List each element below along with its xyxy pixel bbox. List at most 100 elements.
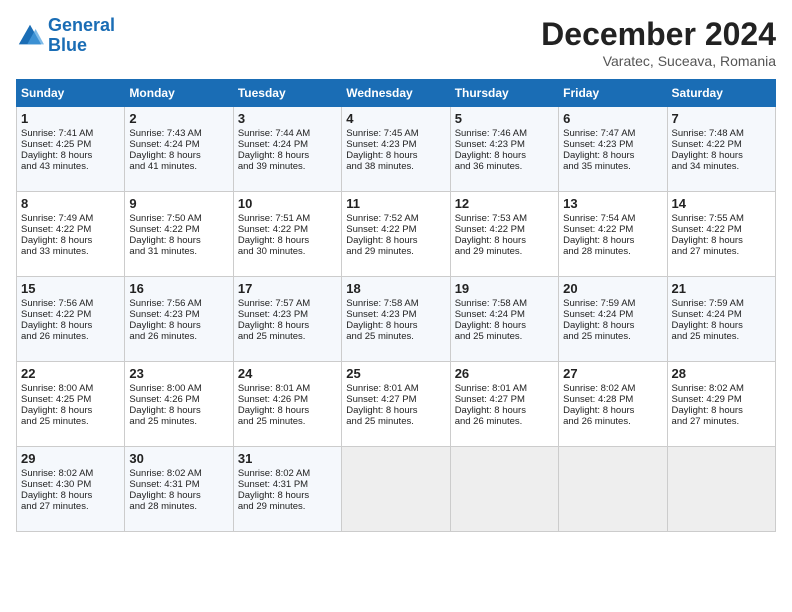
cell-info-line: and 27 minutes. — [21, 501, 120, 512]
cell-info-line: and 26 minutes. — [563, 416, 662, 427]
cell-info-line: Sunrise: 8:01 AM — [346, 383, 445, 394]
cell-info-line: Daylight: 8 hours — [563, 235, 662, 246]
cell-info-line: and 28 minutes. — [563, 246, 662, 257]
calendar-cell: 18Sunrise: 7:58 AMSunset: 4:23 PMDayligh… — [342, 277, 450, 362]
cell-info-line: and 25 minutes. — [672, 331, 771, 342]
day-number: 23 — [129, 366, 228, 381]
cell-info-line: Sunrise: 8:02 AM — [563, 383, 662, 394]
cell-info-line: Sunrise: 8:01 AM — [238, 383, 337, 394]
cell-info-line: Sunrise: 8:00 AM — [129, 383, 228, 394]
cell-info-line: Sunset: 4:23 PM — [346, 309, 445, 320]
calendar-cell: 1Sunrise: 7:41 AMSunset: 4:25 PMDaylight… — [17, 107, 125, 192]
cell-info-line: Sunrise: 7:51 AM — [238, 213, 337, 224]
cell-info-line: Daylight: 8 hours — [672, 405, 771, 416]
cell-info-line: Sunset: 4:22 PM — [563, 224, 662, 235]
cell-info-line: Sunrise: 8:02 AM — [672, 383, 771, 394]
col-header-sunday: Sunday — [17, 80, 125, 107]
day-number: 31 — [238, 451, 337, 466]
cell-info-line: Sunrise: 7:41 AM — [21, 128, 120, 139]
cell-info-line: Sunset: 4:31 PM — [238, 479, 337, 490]
calendar-cell: 2 Sunrise: 7:43 AMSunset: 4:24 PMDaylight… — [125, 107, 233, 192]
day-number: 13 — [563, 196, 662, 211]
cell-info-line: Sunrise: 7:55 AM — [672, 213, 771, 224]
col-header-wednesday: Wednesday — [342, 80, 450, 107]
cell-info-line: Sunset: 4:23 PM — [455, 139, 554, 150]
cell-info-line: Sunset: 4:25 PM — [21, 394, 120, 405]
cell-info-line: Sunset: 4:24 PM — [129, 139, 228, 150]
calendar-cell: 14Sunrise: 7:55 AMSunset: 4:22 PMDayligh… — [667, 192, 775, 277]
day-number: 19 — [455, 281, 554, 296]
cell-info-line: Sunrise: 7:56 AM — [21, 298, 120, 309]
calendar-cell: 5Sunrise: 7:46 AMSunset: 4:23 PMDaylight… — [450, 107, 558, 192]
cell-info-line: and 25 minutes. — [21, 416, 120, 427]
calendar-cell: 24Sunrise: 8:01 AMSunset: 4:26 PMDayligh… — [233, 362, 341, 447]
cell-info-line: Sunrise: 7:43 AM — [129, 128, 228, 139]
cell-info-line: Daylight: 8 hours — [346, 150, 445, 161]
cell-info-line: and 29 minutes. — [346, 246, 445, 257]
cell-info-line: Sunset: 4:24 PM — [455, 309, 554, 320]
calendar-cell: 11Sunrise: 7:52 AMSunset: 4:22 PMDayligh… — [342, 192, 450, 277]
cell-info-line: Sunset: 4:22 PM — [672, 139, 771, 150]
calendar-cell — [559, 447, 667, 532]
calendar-cell — [450, 447, 558, 532]
calendar-header: SundayMondayTuesdayWednesdayThursdayFrid… — [17, 80, 776, 107]
cell-info-line: Sunrise: 7:48 AM — [672, 128, 771, 139]
cell-info-line: Sunrise: 8:02 AM — [238, 468, 337, 479]
cell-info-line: Sunset: 4:26 PM — [238, 394, 337, 405]
cell-info-line: Sunrise: 7:45 AM — [346, 128, 445, 139]
cell-info-line: Daylight: 8 hours — [455, 320, 554, 331]
cell-info-line: Sunrise: 7:53 AM — [455, 213, 554, 224]
day-number: 21 — [672, 281, 771, 296]
cell-info-line: and 29 minutes. — [455, 246, 554, 257]
cell-info-line: and 26 minutes. — [129, 331, 228, 342]
cell-info-line: Sunset: 4:31 PM — [129, 479, 228, 490]
calendar-cell: 20Sunrise: 7:59 AMSunset: 4:24 PMDayligh… — [559, 277, 667, 362]
logo-line2: Blue — [48, 35, 87, 55]
cell-info-line: Daylight: 8 hours — [563, 405, 662, 416]
cell-info-line: and 26 minutes. — [455, 416, 554, 427]
calendar-cell: 13Sunrise: 7:54 AMSunset: 4:22 PMDayligh… — [559, 192, 667, 277]
cell-info-line: and 29 minutes. — [238, 501, 337, 512]
day-number: 11 — [346, 196, 445, 211]
calendar-cell: 27Sunrise: 8:02 AMSunset: 4:28 PMDayligh… — [559, 362, 667, 447]
cell-info-line: and 25 minutes. — [346, 331, 445, 342]
cell-info-line: and 27 minutes. — [672, 246, 771, 257]
cell-info-line: Daylight: 8 hours — [21, 490, 120, 501]
cell-info-line: Sunset: 4:22 PM — [21, 224, 120, 235]
col-header-thursday: Thursday — [450, 80, 558, 107]
day-number: 20 — [563, 281, 662, 296]
calendar-cell: 25Sunrise: 8:01 AMSunset: 4:27 PMDayligh… — [342, 362, 450, 447]
cell-info-line: Sunrise: 7:57 AM — [238, 298, 337, 309]
day-number: 3 — [238, 111, 337, 126]
day-number: 4 — [346, 111, 445, 126]
cell-info-line: and 41 minutes. — [129, 161, 228, 172]
day-number: 22 — [21, 366, 120, 381]
location-subtitle: Varatec, Suceava, Romania — [541, 53, 776, 69]
cell-info-line: Sunrise: 7:44 AM — [238, 128, 337, 139]
calendar-cell — [667, 447, 775, 532]
cell-info-line: Daylight: 8 hours — [129, 490, 228, 501]
cell-info-line: and 36 minutes. — [455, 161, 554, 172]
day-number: 30 — [129, 451, 228, 466]
cell-info-line: and 39 minutes. — [238, 161, 337, 172]
cell-info-line: Daylight: 8 hours — [21, 405, 120, 416]
calendar-cell — [342, 447, 450, 532]
day-number: 29 — [21, 451, 120, 466]
calendar-table: SundayMondayTuesdayWednesdayThursdayFrid… — [16, 79, 776, 532]
calendar-cell: 15Sunrise: 7:56 AMSunset: 4:22 PMDayligh… — [17, 277, 125, 362]
cell-info-line: Daylight: 8 hours — [455, 235, 554, 246]
calendar-cell: 28Sunrise: 8:02 AMSunset: 4:29 PMDayligh… — [667, 362, 775, 447]
cell-info-line: Sunrise: 7:47 AM — [563, 128, 662, 139]
cell-info-line: Daylight: 8 hours — [129, 235, 228, 246]
cell-info-line: and 25 minutes. — [563, 331, 662, 342]
cell-info-line: Sunset: 4:23 PM — [238, 309, 337, 320]
day-number: 27 — [563, 366, 662, 381]
cell-info-line: Daylight: 8 hours — [238, 320, 337, 331]
cell-info-line: and 25 minutes. — [238, 331, 337, 342]
day-number: 2 — [129, 111, 228, 126]
calendar-cell: 7Sunrise: 7:48 AMSunset: 4:22 PMDaylight… — [667, 107, 775, 192]
day-number: 14 — [672, 196, 771, 211]
cell-info-line: Daylight: 8 hours — [129, 150, 228, 161]
cell-info-line: Daylight: 8 hours — [455, 405, 554, 416]
calendar-cell: 30Sunrise: 8:02 AMSunset: 4:31 PMDayligh… — [125, 447, 233, 532]
